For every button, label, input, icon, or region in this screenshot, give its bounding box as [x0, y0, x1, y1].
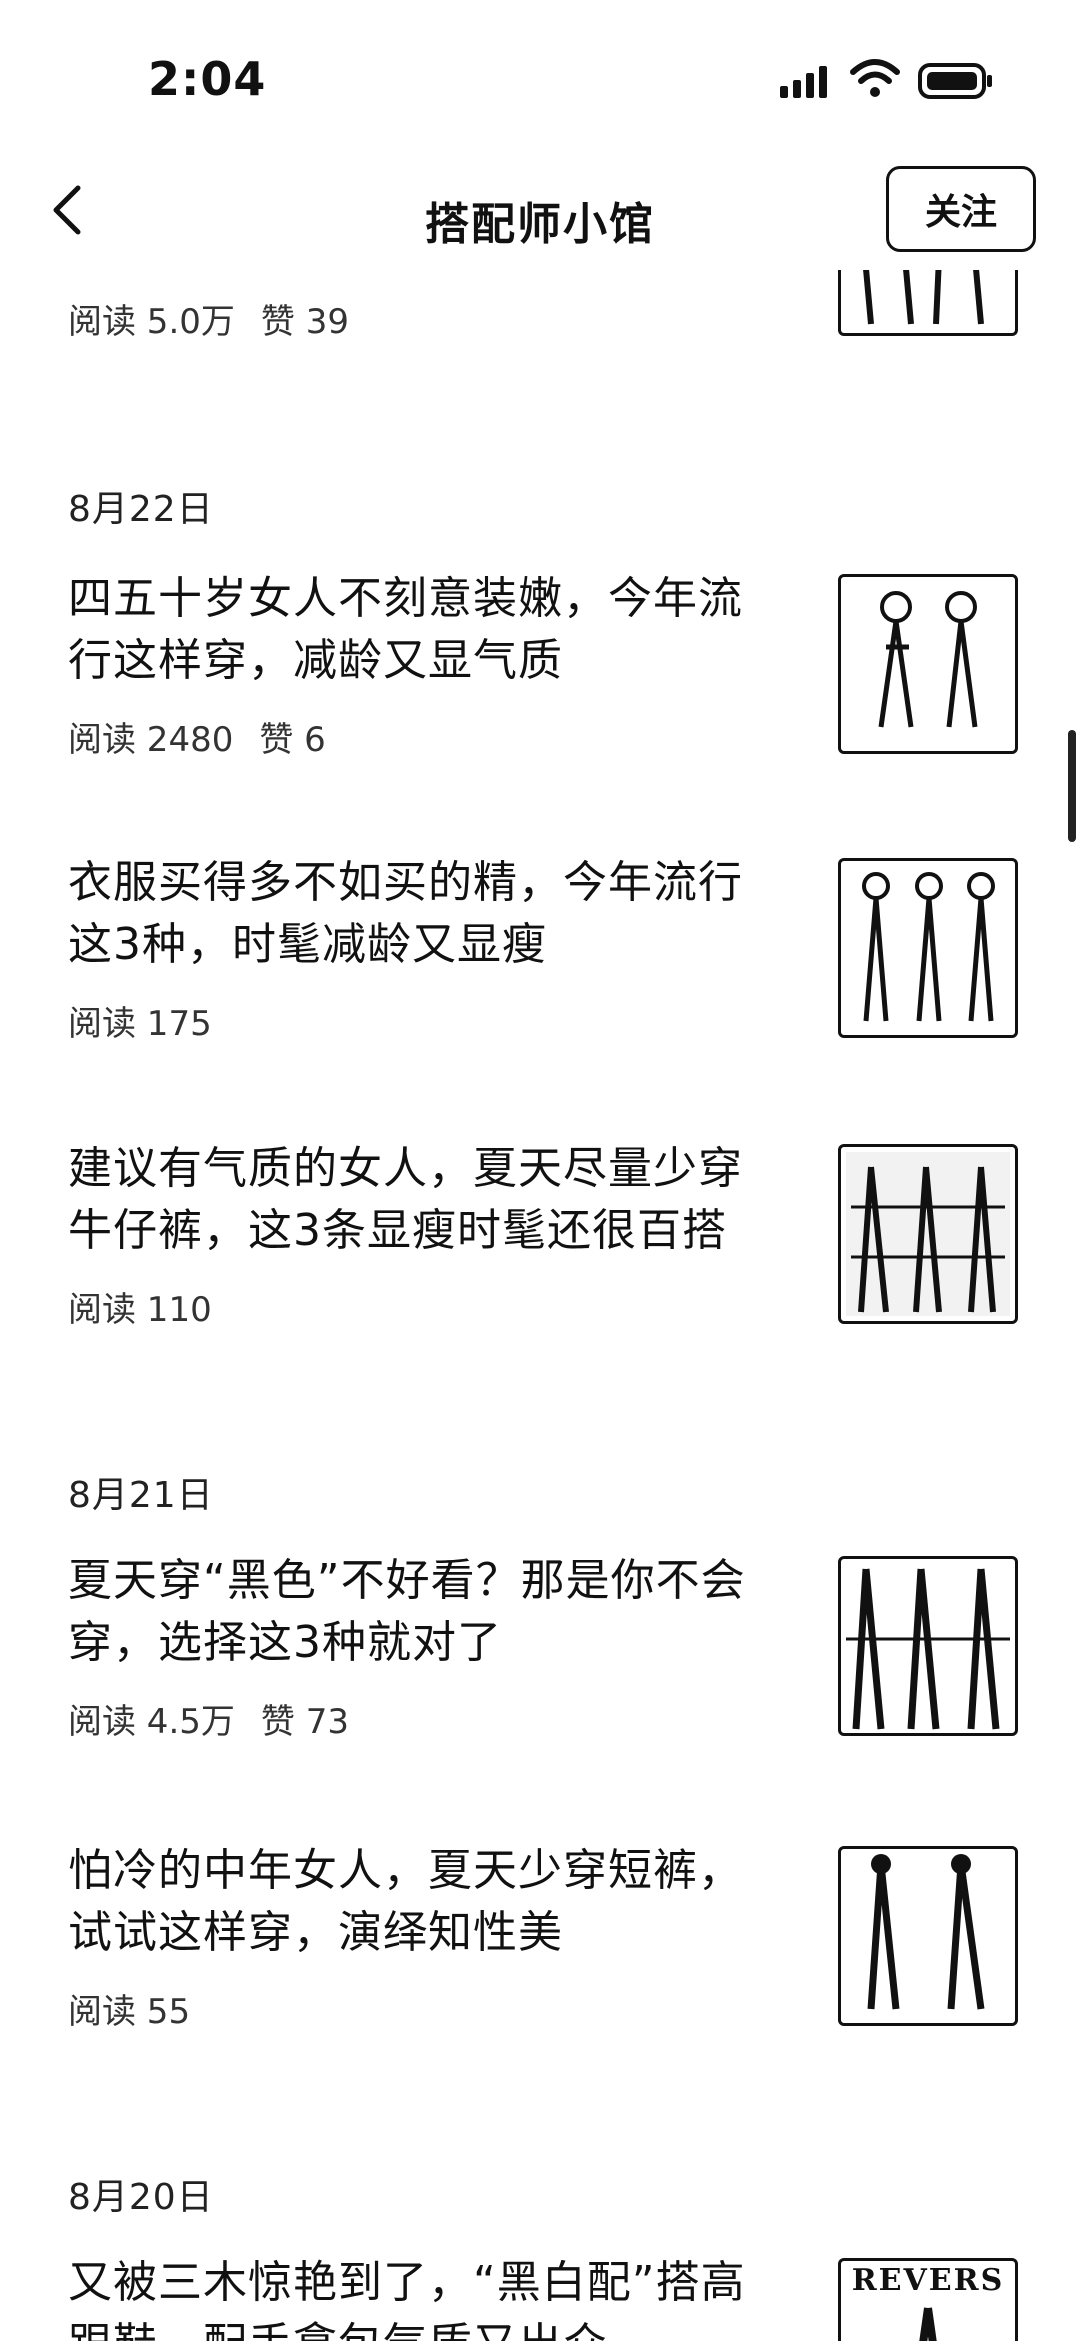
like-count: 赞 73: [260, 1702, 349, 1742]
like-count: 赞 6: [259, 720, 326, 760]
article-stats: 阅读 5.0万赞 39: [68, 294, 375, 343]
read-count: 阅读 2480: [68, 720, 234, 760]
article-title[interactable]: 衣服买得多不如买的精，今年流行 这3种，时髦减龄又显瘦: [68, 852, 788, 976]
article-thumbnail[interactable]: [838, 1144, 1018, 1324]
article-title[interactable]: 夏天穿“黑色”不好看？那是你不会 穿，选择这3种就对了: [68, 1550, 788, 1674]
article-title[interactable]: 建议有气质的女人，夏天尽量少穿 牛仔裤，这3条显瘦时髦还很百搭: [68, 1138, 788, 1262]
battery-icon: [918, 63, 992, 99]
article-thumbnail[interactable]: [838, 574, 1018, 754]
read-count: 阅读 4.5万: [68, 1702, 235, 1742]
read-count: 阅读 110: [68, 1290, 212, 1330]
article-thumbnail[interactable]: [838, 1846, 1018, 2026]
status-bar: 2:04: [0, 0, 1080, 150]
read-count: 阅读 5.0万: [68, 302, 235, 342]
scrollbar[interactable]: [1068, 730, 1076, 842]
article-title[interactable]: 怕冷的中年女人，夏天少穿短裤， 试试这样穿，演绎知性美: [68, 1840, 788, 1964]
date-header: 8月20日: [68, 2177, 214, 2218]
article-stats: 阅读 110: [68, 1282, 238, 1331]
wifi-icon: [850, 59, 900, 97]
date-header: 8月21日: [68, 1475, 214, 1516]
article-title[interactable]: 又被三木惊艳到了，“黑白配”搭高跟鞋，配手拿包气质又出众: [68, 2252, 788, 2341]
article-thumbnail[interactable]: REVERS: [838, 2258, 1018, 2341]
article-stats: 阅读 4.5万赞 73: [68, 1694, 375, 1743]
article-thumbnail[interactable]: [838, 858, 1018, 1038]
read-count: 阅读 175: [68, 1004, 212, 1044]
article-title[interactable]: 四五十岁女人不刻意装嫩，今年流 行这样穿，减龄又显气质: [68, 568, 788, 692]
read-count: 阅读 55: [68, 1992, 191, 2032]
like-count: 赞 39: [260, 302, 349, 342]
article-stats: 阅读 55: [68, 1984, 216, 2033]
article-stats: 阅读 175: [68, 996, 238, 1045]
thumb-caption: REVERS: [851, 2263, 1005, 2298]
status-time: 2:04: [148, 52, 267, 106]
signal-icon: [780, 66, 827, 98]
nav-bar: 搭配师小馆 关注: [0, 150, 1080, 270]
article-stats: 阅读 2480 赞 6: [68, 712, 352, 761]
article-feed: 阅读 5.0万赞 39 8月22日 四五十岁女人不刻意装嫩，今年流 行这样穿，减龄…: [0, 230, 1080, 2341]
article-thumbnail[interactable]: [838, 1556, 1018, 1736]
date-header: 8月22日: [68, 489, 214, 530]
follow-button[interactable]: 关注: [886, 166, 1036, 252]
